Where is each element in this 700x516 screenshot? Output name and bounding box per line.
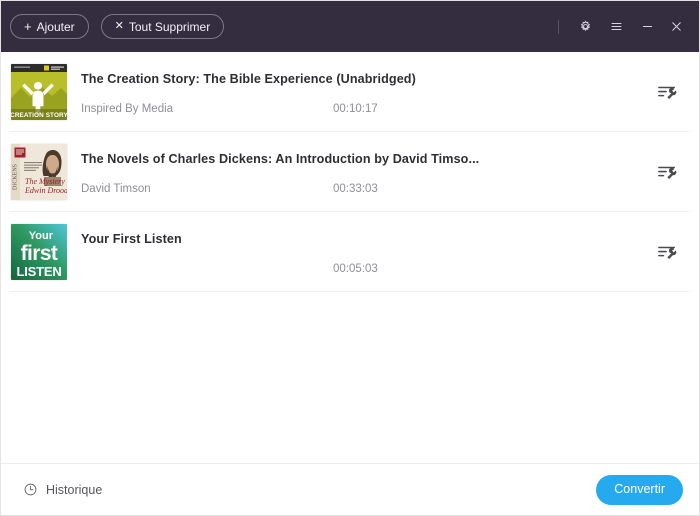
table-row[interactable]: The Mystery of Edwin Drood DICKENS The N… xyxy=(1,132,699,212)
item-meta: Inspired By Media 00:10:17 xyxy=(81,103,640,115)
item-author: David Timson xyxy=(81,182,151,195)
cover-thumbnail-creation-story: CREATION STORY xyxy=(11,64,67,120)
item-duration: 00:10:17 xyxy=(333,102,378,115)
minimize-icon[interactable] xyxy=(635,15,659,39)
cover-thumbnail-your-first-listen: Your first LISTEN xyxy=(11,224,67,280)
gear-icon[interactable] xyxy=(573,15,597,39)
item-title: The Novels of Charles Dickens: An Introd… xyxy=(81,151,480,166)
item-meta: 00:05:03 xyxy=(81,263,640,275)
svg-text:DICKENS: DICKENS xyxy=(13,164,19,190)
window-controls xyxy=(558,15,688,39)
edit-settings-wrench-icon[interactable] xyxy=(650,155,684,189)
clear-all-button[interactable]: ✕ Tout Supprimer xyxy=(100,14,225,39)
add-button-label: Ajouter xyxy=(36,19,75,34)
table-row[interactable]: CREATION STORY The Creation Story: The B… xyxy=(1,52,699,132)
convert-button[interactable]: Convertir xyxy=(596,474,683,505)
audiobook-list: CREATION STORY The Creation Story: The B… xyxy=(1,52,699,463)
clock-icon xyxy=(23,482,38,497)
row-content: The Creation Story: The Bible Experience… xyxy=(81,64,640,120)
add-button[interactable]: + Ajouter xyxy=(10,14,89,39)
application-window: + Ajouter ✕ Tout Supprimer CREATION STOR… xyxy=(0,0,700,516)
svg-text:first: first xyxy=(21,242,58,265)
plus-icon: + xyxy=(24,18,32,34)
hamburger-menu-icon[interactable] xyxy=(604,15,628,39)
footer-bar: Historique Convertir xyxy=(1,463,699,515)
svg-text:CREATION STORY: CREATION STORY xyxy=(11,112,67,119)
item-meta: David Timson 00:33:03 xyxy=(81,183,640,195)
item-duration: 00:05:03 xyxy=(333,262,378,275)
svg-text:The Mystery of: The Mystery of xyxy=(25,177,67,186)
clear-all-button-label: Tout Supprimer xyxy=(128,19,211,34)
svg-text:Edwin Drood: Edwin Drood xyxy=(24,186,67,195)
edit-settings-wrench-icon[interactable] xyxy=(650,75,684,109)
cover-thumbnail-charles-dickens: The Mystery of Edwin Drood DICKENS xyxy=(11,144,67,200)
title-bar: + Ajouter ✕ Tout Supprimer xyxy=(1,1,699,52)
edit-settings-wrench-icon[interactable] xyxy=(650,235,684,269)
item-title: Your First Listen xyxy=(81,231,182,246)
svg-text:LISTEN: LISTEN xyxy=(16,264,61,279)
row-content: The Novels of Charles Dickens: An Introd… xyxy=(81,144,640,200)
close-x-icon: ✕ xyxy=(114,19,124,32)
table-row[interactable]: Your first LISTEN Your First Listen 00:0… xyxy=(1,212,699,292)
history-button-label: Historique xyxy=(46,482,103,497)
item-title: The Creation Story: The Bible Experience… xyxy=(81,71,416,86)
item-author: Inspired By Media xyxy=(81,102,174,115)
row-content: Your First Listen 00:05:03 xyxy=(81,224,640,280)
toolbar-divider xyxy=(558,19,559,34)
item-duration: 00:33:03 xyxy=(333,182,378,195)
close-icon[interactable] xyxy=(664,15,688,39)
svg-text:Your: Your xyxy=(29,230,54,242)
history-button[interactable]: Historique xyxy=(23,482,102,497)
